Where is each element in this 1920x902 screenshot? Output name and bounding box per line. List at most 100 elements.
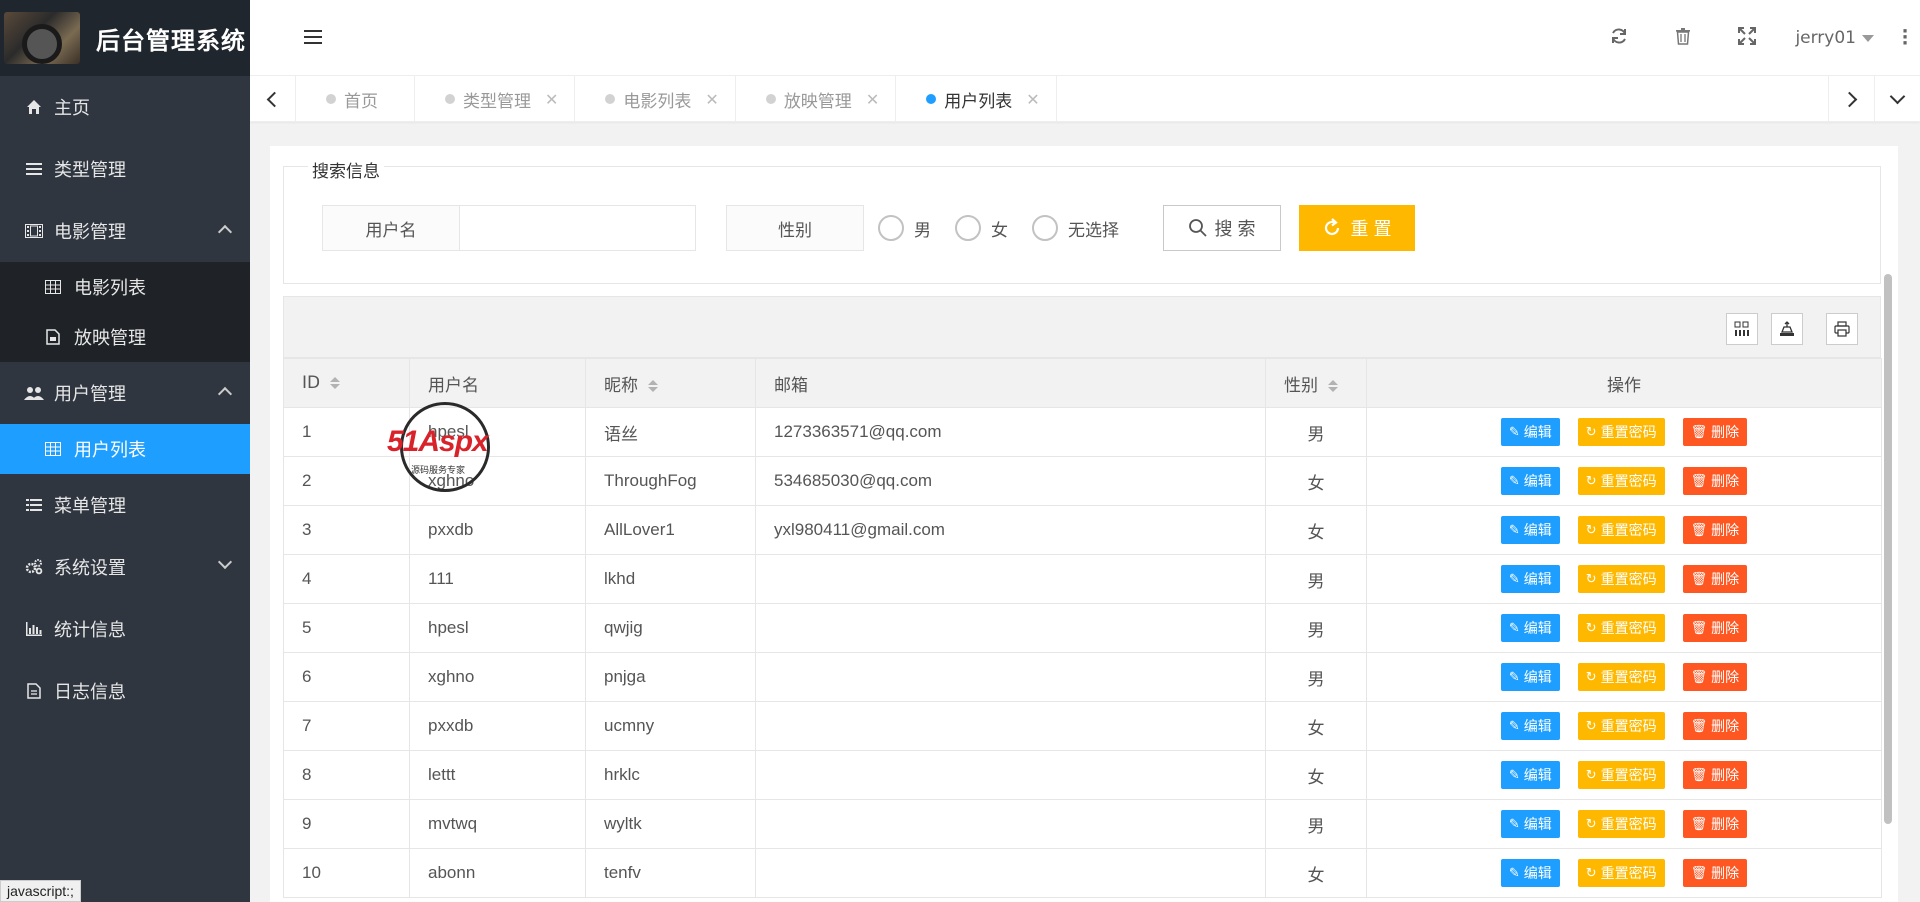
close-icon[interactable]: ✕ xyxy=(545,90,558,109)
sort-icon[interactable] xyxy=(330,377,341,389)
sidebar-item-users[interactable]: 用户管理 xyxy=(0,362,250,424)
fullscreen-icon[interactable] xyxy=(1715,26,1779,50)
delete-label: 删除 xyxy=(1711,817,1740,833)
reset-password-button[interactable]: ↻ 重置密码 xyxy=(1577,565,1665,593)
chevron-down-icon xyxy=(217,554,233,570)
delete-button[interactable]: 🗑 删除 xyxy=(1682,614,1748,642)
sidebar-item-types[interactable]: 类型管理 xyxy=(0,138,250,200)
cell-actions: ✎ 编辑 ↻ 重置密码 🗑 删除 xyxy=(1366,750,1882,800)
tab-scroll-right[interactable] xyxy=(1828,76,1874,122)
trash-icon: 🗑 xyxy=(1690,767,1708,783)
delete-button[interactable]: 🗑 删除 xyxy=(1682,418,1748,446)
edit-button[interactable]: ✎ 编辑 xyxy=(1500,761,1560,789)
sidebar: 后台管理系统 主页 类型管理 电影管理 电影列表 放映管理 用户管理 用户列表 … xyxy=(0,0,250,902)
edit-button[interactable]: ✎ 编辑 xyxy=(1500,516,1560,544)
edit-button[interactable]: ✎ 编辑 xyxy=(1500,418,1560,446)
delete-button[interactable]: 🗑 删除 xyxy=(1682,859,1748,887)
gender-radio-none[interactable]: 无选择 xyxy=(1032,215,1119,241)
pencil-icon: ✎ xyxy=(1508,816,1520,832)
reset-password-button[interactable]: ↻ 重置密码 xyxy=(1577,418,1665,446)
sidebar-item-home[interactable]: 主页 xyxy=(0,76,250,138)
radio-circle[interactable] xyxy=(878,215,904,241)
close-icon[interactable]: ✕ xyxy=(1026,90,1039,109)
edit-button[interactable]: ✎ 编辑 xyxy=(1500,810,1560,838)
edit-label: 编辑 xyxy=(1523,670,1552,686)
sidebar-item-logs[interactable]: 日志信息 xyxy=(0,660,250,722)
column-header-gender[interactable]: 性别 xyxy=(1265,358,1367,408)
cell-gender: 女 xyxy=(1265,750,1367,800)
reset-password-button[interactable]: ↻ 重置密码 xyxy=(1577,663,1665,691)
edit-button[interactable]: ✎ 编辑 xyxy=(1500,614,1560,642)
print-icon[interactable] xyxy=(1826,313,1858,345)
close-icon[interactable]: ✕ xyxy=(705,90,718,109)
menu-toggle-icon[interactable] xyxy=(304,30,322,46)
edit-label: 编辑 xyxy=(1523,425,1552,441)
radio-circle[interactable] xyxy=(1032,215,1058,241)
reset-password-button[interactable]: ↻ 重置密码 xyxy=(1577,516,1665,544)
users-submenu: 用户列表 xyxy=(0,424,250,474)
edit-button[interactable]: ✎ 编辑 xyxy=(1500,712,1560,740)
tab-menu-dropdown[interactable] xyxy=(1874,76,1920,122)
delete-button[interactable]: 🗑 删除 xyxy=(1682,565,1748,593)
cell-nickname: AllLover1 xyxy=(585,505,756,555)
edit-button[interactable]: ✎ 编辑 xyxy=(1500,859,1560,887)
columns-filter-icon[interactable] xyxy=(1726,313,1758,345)
scrollbar-thumb[interactable] xyxy=(1884,274,1892,824)
tab-movie-list[interactable]: 电影列表 ✕ xyxy=(575,76,736,122)
edit-button[interactable]: ✎ 编辑 xyxy=(1500,663,1560,691)
sort-icon[interactable] xyxy=(648,379,658,392)
user-menu[interactable]: jerry01 xyxy=(1779,28,1890,48)
delete-button[interactable]: 🗑 删除 xyxy=(1682,712,1748,740)
delete-button[interactable]: 🗑 删除 xyxy=(1682,761,1748,789)
reset-password-button[interactable]: ↻ 重置密码 xyxy=(1577,761,1665,789)
tab-user-list[interactable]: 用户列表 ✕ xyxy=(896,76,1057,122)
username-input[interactable] xyxy=(460,205,696,251)
sidebar-item-user-list[interactable]: 用户列表 xyxy=(0,424,250,474)
tab-scroll-left[interactable] xyxy=(250,76,296,122)
search-button-label: 搜 索 xyxy=(1214,219,1256,239)
tab-screenings[interactable]: 放映管理 ✕ xyxy=(736,76,897,122)
cell-username: abonn xyxy=(409,848,586,898)
gender-radio-male[interactable]: 男 xyxy=(878,215,931,241)
cell-email xyxy=(755,652,1266,702)
close-icon[interactable]: ✕ xyxy=(866,90,879,109)
reset-password-button[interactable]: ↻ 重置密码 xyxy=(1577,467,1665,495)
reset-password-button[interactable]: ↻ 重置密码 xyxy=(1577,712,1665,740)
reset-password-button[interactable]: ↻ 重置密码 xyxy=(1577,810,1665,838)
gender-radio-female[interactable]: 女 xyxy=(955,215,1008,241)
delete-button[interactable]: 🗑 删除 xyxy=(1682,516,1748,544)
more-icon[interactable]: · · · xyxy=(1890,23,1920,53)
column-header-id[interactable]: ID xyxy=(283,358,410,408)
sidebar-item-settings[interactable]: 系统设置 xyxy=(0,536,250,598)
sidebar-item-stats[interactable]: 统计信息 xyxy=(0,598,250,660)
cell-gender: 男 xyxy=(1265,407,1367,457)
reset-button[interactable]: 重 置 xyxy=(1299,205,1415,251)
sidebar-item-screenings[interactable]: 放映管理 xyxy=(0,312,250,362)
table-row: 6 xghno pnjga 男 ✎ 编辑 ↻ 重置密码 🗑 删除 xyxy=(283,652,1882,702)
top-header: jerry01 · · · xyxy=(250,0,1920,76)
cell-gender: 男 xyxy=(1265,554,1367,604)
radio-circle[interactable] xyxy=(955,215,981,241)
trash-icon[interactable] xyxy=(1651,26,1715,50)
reset-password-button[interactable]: ↻ 重置密码 xyxy=(1577,859,1665,887)
tab-home[interactable]: 首页 xyxy=(296,76,415,122)
delete-button[interactable]: 🗑 删除 xyxy=(1682,467,1748,495)
cell-actions: ✎ 编辑 ↻ 重置密码 🗑 删除 xyxy=(1366,456,1882,506)
export-icon[interactable] xyxy=(1771,313,1803,345)
search-button[interactable]: 搜 索 xyxy=(1163,205,1281,251)
sort-icon[interactable] xyxy=(1328,379,1338,392)
delete-button[interactable]: 🗑 删除 xyxy=(1682,663,1748,691)
cell-id: 5 xyxy=(283,603,410,653)
sidebar-item-movie-list[interactable]: 电影列表 xyxy=(0,262,250,312)
reset-password-button[interactable]: ↻ 重置密码 xyxy=(1577,614,1665,642)
edit-button[interactable]: ✎ 编辑 xyxy=(1500,565,1560,593)
sidebar-item-menus[interactable]: 菜单管理 xyxy=(0,474,250,536)
cell-username: 111 xyxy=(409,554,586,604)
refresh-icon[interactable] xyxy=(1587,26,1651,50)
tab-type-management[interactable]: 类型管理 ✕ xyxy=(415,76,576,122)
pencil-icon: ✎ xyxy=(1508,473,1520,489)
delete-button[interactable]: 🗑 删除 xyxy=(1682,810,1748,838)
sidebar-item-movies[interactable]: 电影管理 xyxy=(0,200,250,262)
column-header-nickname[interactable]: 昵称 xyxy=(585,358,756,408)
edit-button[interactable]: ✎ 编辑 xyxy=(1500,467,1560,495)
